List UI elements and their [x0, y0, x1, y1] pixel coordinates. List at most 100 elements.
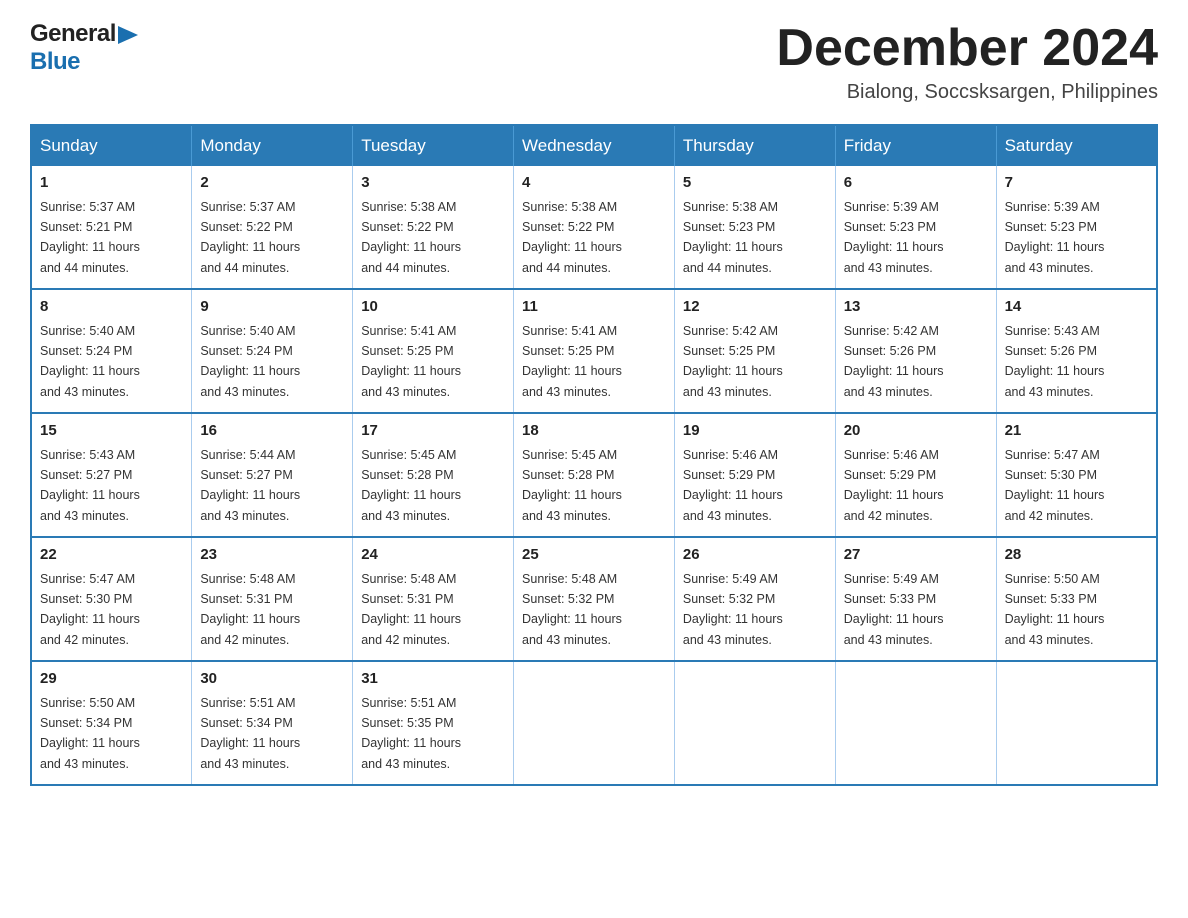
calendar-week-row-3: 15 Sunrise: 5:43 AMSunset: 5:27 PMDaylig…: [31, 413, 1157, 537]
day-number: 25: [522, 544, 666, 567]
day-number: 6: [844, 172, 988, 195]
page-header: General Blue December 2024 Bialong, Socc…: [30, 20, 1158, 104]
day-number: 5: [683, 172, 827, 195]
calendar-cell: 17 Sunrise: 5:45 AMSunset: 5:28 PMDaylig…: [353, 413, 514, 537]
day-info: Sunrise: 5:38 AMSunset: 5:22 PMDaylight:…: [522, 200, 622, 275]
calendar-cell: 19 Sunrise: 5:46 AMSunset: 5:29 PMDaylig…: [674, 413, 835, 537]
day-info: Sunrise: 5:41 AMSunset: 5:25 PMDaylight:…: [361, 324, 461, 399]
calendar-cell: 22 Sunrise: 5:47 AMSunset: 5:30 PMDaylig…: [31, 537, 192, 661]
col-sunday: Sunday: [31, 125, 192, 166]
day-info: Sunrise: 5:48 AMSunset: 5:31 PMDaylight:…: [361, 572, 461, 647]
col-tuesday: Tuesday: [353, 125, 514, 166]
day-number: 31: [361, 668, 505, 691]
calendar-cell: 10 Sunrise: 5:41 AMSunset: 5:25 PMDaylig…: [353, 289, 514, 413]
day-info: Sunrise: 5:41 AMSunset: 5:25 PMDaylight:…: [522, 324, 622, 399]
day-info: Sunrise: 5:48 AMSunset: 5:32 PMDaylight:…: [522, 572, 622, 647]
day-info: Sunrise: 5:49 AMSunset: 5:32 PMDaylight:…: [683, 572, 783, 647]
logo-arrow-icon: [118, 24, 140, 46]
calendar-cell: 13 Sunrise: 5:42 AMSunset: 5:26 PMDaylig…: [835, 289, 996, 413]
calendar-header-row: Sunday Monday Tuesday Wednesday Thursday…: [31, 125, 1157, 166]
calendar-cell: 31 Sunrise: 5:51 AMSunset: 5:35 PMDaylig…: [353, 661, 514, 785]
day-number: 24: [361, 544, 505, 567]
day-info: Sunrise: 5:42 AMSunset: 5:26 PMDaylight:…: [844, 324, 944, 399]
day-number: 19: [683, 420, 827, 443]
day-info: Sunrise: 5:51 AMSunset: 5:35 PMDaylight:…: [361, 696, 461, 771]
calendar-cell: 5 Sunrise: 5:38 AMSunset: 5:23 PMDayligh…: [674, 166, 835, 289]
calendar-cell: 28 Sunrise: 5:50 AMSunset: 5:33 PMDaylig…: [996, 537, 1157, 661]
day-info: Sunrise: 5:40 AMSunset: 5:24 PMDaylight:…: [200, 324, 300, 399]
col-monday: Monday: [192, 125, 353, 166]
col-friday: Friday: [835, 125, 996, 166]
col-saturday: Saturday: [996, 125, 1157, 166]
calendar-cell: 15 Sunrise: 5:43 AMSunset: 5:27 PMDaylig…: [31, 413, 192, 537]
day-number: 1: [40, 172, 183, 195]
title-section: December 2024 Bialong, Soccsksargen, Phi…: [776, 20, 1158, 104]
calendar-week-row-1: 1 Sunrise: 5:37 AMSunset: 5:21 PMDayligh…: [31, 166, 1157, 289]
day-number: 26: [683, 544, 827, 567]
day-number: 28: [1005, 544, 1148, 567]
calendar-cell: 14 Sunrise: 5:43 AMSunset: 5:26 PMDaylig…: [996, 289, 1157, 413]
calendar-cell: 1 Sunrise: 5:37 AMSunset: 5:21 PMDayligh…: [31, 166, 192, 289]
calendar-cell: 8 Sunrise: 5:40 AMSunset: 5:24 PMDayligh…: [31, 289, 192, 413]
day-number: 30: [200, 668, 344, 691]
day-number: 22: [40, 544, 183, 567]
day-number: 16: [200, 420, 344, 443]
day-number: 14: [1005, 296, 1148, 319]
calendar-cell: 24 Sunrise: 5:48 AMSunset: 5:31 PMDaylig…: [353, 537, 514, 661]
day-number: 21: [1005, 420, 1148, 443]
day-number: 20: [844, 420, 988, 443]
calendar-cell: 27 Sunrise: 5:49 AMSunset: 5:33 PMDaylig…: [835, 537, 996, 661]
day-info: Sunrise: 5:50 AMSunset: 5:34 PMDaylight:…: [40, 696, 140, 771]
day-number: 27: [844, 544, 988, 567]
calendar-cell: 6 Sunrise: 5:39 AMSunset: 5:23 PMDayligh…: [835, 166, 996, 289]
day-info: Sunrise: 5:47 AMSunset: 5:30 PMDaylight:…: [1005, 448, 1105, 523]
calendar-cell: 16 Sunrise: 5:44 AMSunset: 5:27 PMDaylig…: [192, 413, 353, 537]
calendar-week-row-2: 8 Sunrise: 5:40 AMSunset: 5:24 PMDayligh…: [31, 289, 1157, 413]
calendar-cell: 12 Sunrise: 5:42 AMSunset: 5:25 PMDaylig…: [674, 289, 835, 413]
day-number: 2: [200, 172, 344, 195]
calendar-table: Sunday Monday Tuesday Wednesday Thursday…: [30, 124, 1158, 786]
day-info: Sunrise: 5:38 AMSunset: 5:23 PMDaylight:…: [683, 200, 783, 275]
day-info: Sunrise: 5:43 AMSunset: 5:26 PMDaylight:…: [1005, 324, 1105, 399]
logo-blue-text: Blue: [30, 48, 80, 76]
calendar-cell: [835, 661, 996, 785]
calendar-cell: 7 Sunrise: 5:39 AMSunset: 5:23 PMDayligh…: [996, 166, 1157, 289]
day-info: Sunrise: 5:40 AMSunset: 5:24 PMDaylight:…: [40, 324, 140, 399]
col-wednesday: Wednesday: [514, 125, 675, 166]
calendar-cell: 3 Sunrise: 5:38 AMSunset: 5:22 PMDayligh…: [353, 166, 514, 289]
day-number: 23: [200, 544, 344, 567]
calendar-cell: 21 Sunrise: 5:47 AMSunset: 5:30 PMDaylig…: [996, 413, 1157, 537]
col-thursday: Thursday: [674, 125, 835, 166]
day-info: Sunrise: 5:46 AMSunset: 5:29 PMDaylight:…: [844, 448, 944, 523]
day-info: Sunrise: 5:39 AMSunset: 5:23 PMDaylight:…: [1005, 200, 1105, 275]
logo-line1: General: [30, 20, 140, 48]
day-info: Sunrise: 5:48 AMSunset: 5:31 PMDaylight:…: [200, 572, 300, 647]
location-text: Bialong, Soccsksargen, Philippines: [776, 81, 1158, 104]
day-number: 7: [1005, 172, 1148, 195]
calendar-week-row-4: 22 Sunrise: 5:47 AMSunset: 5:30 PMDaylig…: [31, 537, 1157, 661]
day-number: 12: [683, 296, 827, 319]
day-info: Sunrise: 5:50 AMSunset: 5:33 PMDaylight:…: [1005, 572, 1105, 647]
day-info: Sunrise: 5:39 AMSunset: 5:23 PMDaylight:…: [844, 200, 944, 275]
day-number: 13: [844, 296, 988, 319]
calendar-cell: 30 Sunrise: 5:51 AMSunset: 5:34 PMDaylig…: [192, 661, 353, 785]
day-number: 17: [361, 420, 505, 443]
calendar-cell: 11 Sunrise: 5:41 AMSunset: 5:25 PMDaylig…: [514, 289, 675, 413]
day-number: 3: [361, 172, 505, 195]
calendar-cell: 4 Sunrise: 5:38 AMSunset: 5:22 PMDayligh…: [514, 166, 675, 289]
month-title: December 2024: [776, 20, 1158, 77]
calendar-cell: 23 Sunrise: 5:48 AMSunset: 5:31 PMDaylig…: [192, 537, 353, 661]
day-info: Sunrise: 5:44 AMSunset: 5:27 PMDaylight:…: [200, 448, 300, 523]
day-info: Sunrise: 5:37 AMSunset: 5:22 PMDaylight:…: [200, 200, 300, 275]
day-info: Sunrise: 5:45 AMSunset: 5:28 PMDaylight:…: [361, 448, 461, 523]
day-number: 29: [40, 668, 183, 691]
logo-general-text: General: [30, 20, 116, 48]
day-number: 10: [361, 296, 505, 319]
day-number: 15: [40, 420, 183, 443]
day-info: Sunrise: 5:45 AMSunset: 5:28 PMDaylight:…: [522, 448, 622, 523]
day-info: Sunrise: 5:49 AMSunset: 5:33 PMDaylight:…: [844, 572, 944, 647]
day-number: 11: [522, 296, 666, 319]
calendar-week-row-5: 29 Sunrise: 5:50 AMSunset: 5:34 PMDaylig…: [31, 661, 1157, 785]
day-number: 4: [522, 172, 666, 195]
calendar-cell: 29 Sunrise: 5:50 AMSunset: 5:34 PMDaylig…: [31, 661, 192, 785]
